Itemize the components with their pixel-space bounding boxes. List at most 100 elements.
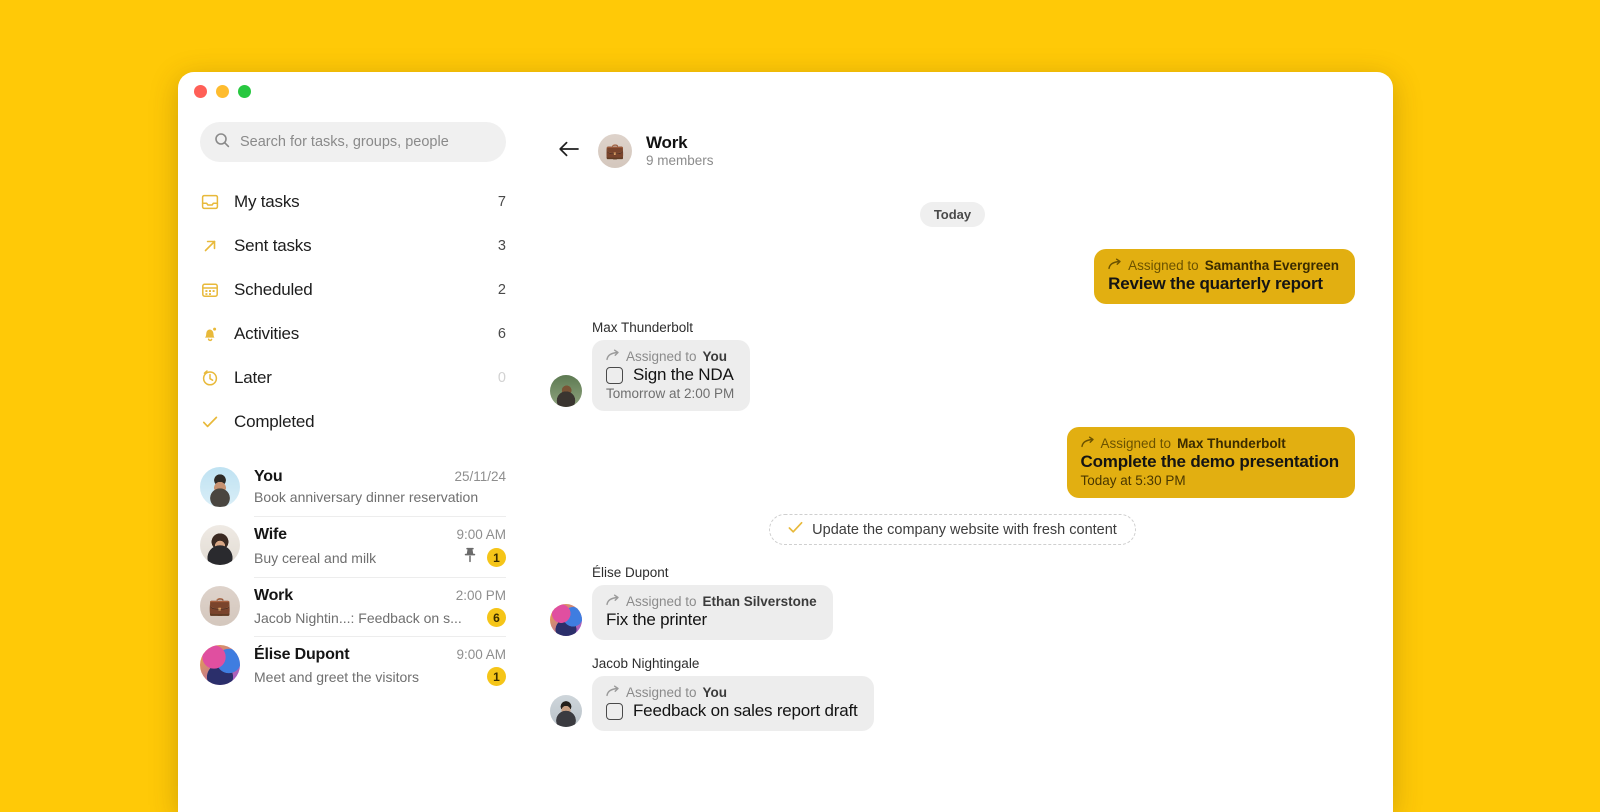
sidebar-item-count: 3 bbox=[497, 238, 506, 254]
task-checkbox[interactable] bbox=[606, 702, 623, 720]
list-item[interactable]: You 25/11/24 Book anniversary dinner res… bbox=[200, 458, 528, 516]
avatar bbox=[550, 375, 582, 408]
arrow-curve-icon bbox=[606, 594, 620, 609]
task-title: Review the quarterly report bbox=[1108, 274, 1323, 294]
assignment-line: Assigned to Max Thunderbolt bbox=[1080, 436, 1339, 452]
task-message-bubble[interactable]: Assigned to You Sign the NDA Tomorrow at… bbox=[592, 340, 751, 412]
arrow-curve-icon bbox=[606, 685, 620, 700]
chat-member-count: 9 members bbox=[646, 153, 714, 169]
assigned-prefix: Assigned to bbox=[1128, 258, 1199, 274]
arrow-curve-icon bbox=[606, 349, 620, 364]
conversation-preview: Meet and greet the visitors bbox=[254, 668, 419, 685]
task-title: Feedback on sales report draft bbox=[633, 701, 858, 721]
message-row: Update the company website with fresh co… bbox=[550, 514, 1355, 546]
maximize-window-button[interactable] bbox=[238, 85, 251, 98]
list-item[interactable]: Wife 9:00 AM Buy cereal and milk 1 bbox=[200, 516, 528, 577]
arrow-curve-icon bbox=[1108, 258, 1122, 273]
conversation-preview: Buy cereal and milk bbox=[254, 549, 377, 566]
sidebar-nav: My tasks 7 Sent tasks 3 Scheduled 2 Acti… bbox=[178, 180, 528, 444]
app-window: My tasks 7 Sent tasks 3 bbox=[178, 72, 1393, 812]
task-message-bubble[interactable]: Assigned to Max Thunderbolt Complete the… bbox=[1066, 427, 1355, 499]
avatar bbox=[550, 695, 582, 728]
task-title: Sign the NDA bbox=[633, 365, 734, 385]
sidebar-item-my-tasks[interactable]: My tasks 7 bbox=[200, 180, 506, 224]
inbox-icon bbox=[200, 192, 220, 212]
avatar bbox=[200, 467, 240, 507]
message-sender: Jacob Nightingale bbox=[592, 656, 700, 672]
assigned-prefix: Assigned to bbox=[1100, 436, 1172, 452]
day-separator-label: Today bbox=[919, 202, 986, 228]
message-row: Assigned to Samantha Evergreen Review th… bbox=[550, 249, 1355, 305]
assigned-prefix: Assigned to bbox=[626, 594, 697, 610]
list-item[interactable]: Work 2:00 PM Jacob Nightin...: Feedback … bbox=[200, 577, 528, 636]
assignee-name: You bbox=[702, 685, 728, 701]
unread-badge: 1 bbox=[487, 667, 506, 686]
search-icon bbox=[214, 132, 230, 153]
conversation-preview: Book anniversary dinner reservation bbox=[254, 489, 479, 505]
sidebar-item-sent-tasks[interactable]: Sent tasks 3 bbox=[200, 224, 506, 268]
task-message-bubble[interactable]: Assigned to Samantha Evergreen Review th… bbox=[1094, 249, 1355, 305]
chat-panel: Work 9 members Today bbox=[528, 116, 1393, 812]
sidebar-item-completed[interactable]: Completed bbox=[200, 400, 506, 444]
assignee-name: Samantha Evergreen bbox=[1204, 258, 1339, 274]
unread-badge: 1 bbox=[487, 548, 506, 567]
sidebar-item-label: Completed bbox=[234, 412, 315, 431]
task-message-bubble[interactable]: Assigned to Ethan Silverstone Fix the pr… bbox=[592, 585, 833, 641]
assignee-name: Ethan Silverstone bbox=[702, 594, 817, 610]
conversation-time: 25/11/24 bbox=[454, 469, 506, 484]
task-due-time: Today at 5:30 PM bbox=[1080, 473, 1186, 489]
conversation-time: 9:00 AM bbox=[456, 527, 506, 542]
sidebar-item-count: 6 bbox=[497, 326, 506, 342]
conversation-time: 9:00 AM bbox=[456, 647, 506, 662]
message-row: Jacob Nightingale Assigned to You Feedba… bbox=[550, 656, 1355, 732]
avatar bbox=[550, 604, 582, 637]
message-list: Today Assigned to Samantha Evergreen Rev… bbox=[528, 182, 1393, 732]
sidebar-item-label: Activities bbox=[234, 324, 300, 343]
sidebar-item-activities[interactable]: Activities 6 bbox=[200, 312, 506, 356]
conversation-name: You bbox=[254, 468, 283, 485]
sidebar-item-count: 2 bbox=[497, 282, 506, 298]
day-separator: Today bbox=[550, 202, 1355, 228]
chat-header: Work 9 members bbox=[528, 116, 1393, 182]
conversation-list: You 25/11/24 Book anniversary dinner res… bbox=[178, 458, 528, 695]
sidebar-item-label: My tasks bbox=[234, 192, 300, 211]
task-title: Fix the printer bbox=[606, 610, 707, 630]
conversation-name: Work bbox=[254, 587, 293, 604]
message-row: Élise Dupont Assigned to Ethan Silversto… bbox=[550, 565, 1355, 641]
arrow-curve-icon bbox=[1080, 436, 1095, 451]
assigned-prefix: Assigned to bbox=[626, 685, 697, 701]
sidebar-item-label: Scheduled bbox=[234, 280, 313, 299]
message-sender: Élise Dupont bbox=[592, 565, 669, 581]
bell-icon bbox=[200, 324, 220, 344]
message-row: Assigned to Max Thunderbolt Complete the… bbox=[550, 427, 1355, 499]
close-window-button[interactable] bbox=[194, 85, 207, 98]
chat-title: Work bbox=[646, 133, 688, 152]
group-avatar[interactable] bbox=[598, 134, 632, 169]
minimize-window-button[interactable] bbox=[216, 85, 229, 98]
calendar-icon bbox=[200, 280, 220, 300]
assignment-line: Assigned to Ethan Silverstone bbox=[606, 594, 817, 609]
arrow-up-right-icon bbox=[200, 236, 220, 256]
conversation-preview: Jacob Nightin...: Feedback on s... bbox=[254, 609, 462, 626]
sidebar-item-count: 7 bbox=[497, 194, 506, 210]
assignment-line: Assigned to Samantha Evergreen bbox=[1108, 258, 1339, 273]
assignee-name: You bbox=[702, 349, 728, 365]
completed-task-title: Update the company website with fresh co… bbox=[812, 521, 1117, 538]
conversation-name: Élise Dupont bbox=[254, 646, 350, 663]
search-bar[interactable] bbox=[200, 122, 506, 162]
task-checkbox[interactable] bbox=[606, 366, 623, 384]
check-icon bbox=[788, 521, 803, 538]
search-input[interactable] bbox=[240, 134, 492, 150]
task-due-time: Tomorrow at 2:00 PM bbox=[606, 386, 735, 402]
task-message-bubble[interactable]: Assigned to You Feedback on sales report… bbox=[592, 676, 874, 732]
assignment-line: Assigned to You bbox=[606, 349, 734, 364]
sidebar-item-later[interactable]: Later 0 bbox=[200, 356, 506, 400]
message-row: Max Thunderbolt Assigned to You Sign the… bbox=[550, 320, 1355, 412]
completed-task-chip[interactable]: Update the company website with fresh co… bbox=[769, 514, 1136, 546]
back-button[interactable] bbox=[554, 136, 584, 166]
list-item[interactable]: Élise Dupont 9:00 AM Meet and greet the … bbox=[200, 636, 528, 695]
arrow-left-icon bbox=[558, 140, 580, 163]
sidebar-item-count: 0 bbox=[497, 370, 506, 386]
sidebar-item-scheduled[interactable]: Scheduled 2 bbox=[200, 268, 506, 312]
window-titlebar bbox=[178, 72, 1393, 116]
